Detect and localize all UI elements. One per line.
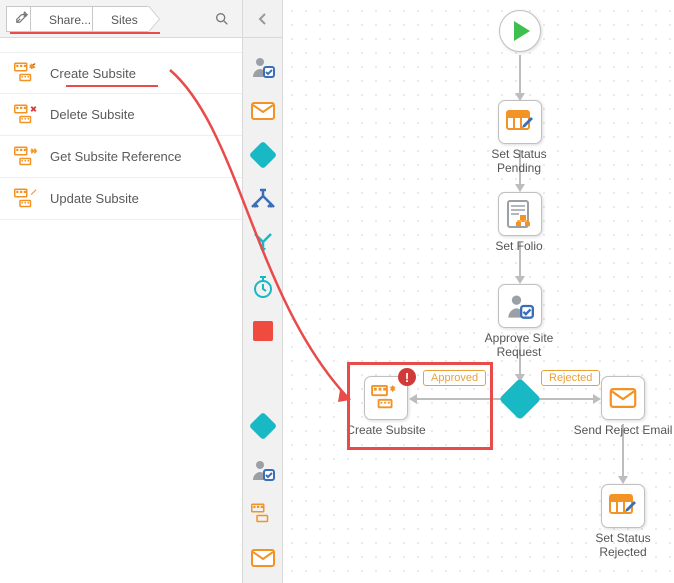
arrowhead-icon	[515, 276, 525, 284]
edge-label-rejected[interactable]: Rejected	[541, 370, 600, 386]
workflow-canvas[interactable]: Set Status Pending Set Folio Approve Sit…	[283, 0, 674, 583]
action-create-subsite[interactable]: Create Subsite	[0, 52, 242, 94]
node-set-status-rejected[interactable]: Set Status Rejected	[573, 484, 673, 560]
action-label: Delete Subsite	[50, 107, 135, 122]
get-subsite-reference-icon	[14, 146, 38, 168]
node-set-folio[interactable]: Set Folio	[469, 192, 571, 254]
user-task-icon	[506, 292, 534, 320]
tool-email-2[interactable]	[248, 543, 278, 573]
update-subsite-icon	[14, 188, 38, 210]
site-icon	[251, 503, 275, 525]
annotation-underline-item	[66, 85, 158, 87]
tool-email[interactable]	[248, 96, 278, 126]
merge-icon	[251, 232, 275, 254]
folio-icon	[506, 199, 534, 229]
tool-user-task-2[interactable]	[248, 455, 278, 485]
error-badge: !	[398, 368, 416, 386]
diamond-icon	[248, 141, 276, 169]
connector	[519, 55, 521, 95]
arrowhead-icon	[618, 476, 628, 484]
delete-subsite-icon	[14, 104, 38, 126]
action-delete-subsite[interactable]: Delete Subsite	[0, 94, 242, 136]
tool-user-task[interactable]	[248, 52, 278, 82]
table-edit-icon	[505, 109, 535, 135]
email-icon	[251, 549, 275, 567]
search-button[interactable]	[210, 7, 234, 31]
breadcrumb-item-sites[interactable]: Sites	[92, 6, 149, 32]
tool-placeholder[interactable]	[248, 316, 278, 346]
breadcrumb: Share... Sites	[0, 0, 242, 38]
action-get-subsite-reference[interactable]: Get Subsite Reference	[0, 136, 242, 178]
action-label: Update Subsite	[50, 191, 139, 206]
chevron-left-icon	[258, 12, 268, 26]
node-approve-site-request[interactable]: Approve Site Request	[469, 284, 571, 360]
tool-site[interactable]	[248, 499, 278, 529]
annotation-underline	[10, 32, 160, 34]
collapse-sidebar-button[interactable]	[243, 0, 282, 38]
tool-timer[interactable]	[248, 272, 278, 302]
create-subsite-icon	[14, 62, 38, 84]
split-icon	[251, 188, 275, 210]
node-label: Create Subsite	[341, 424, 431, 438]
diamond-icon	[248, 412, 276, 440]
action-label: Create Subsite	[50, 66, 136, 81]
action-update-subsite[interactable]: Update Subsite	[0, 178, 242, 220]
email-icon	[251, 102, 275, 120]
user-task-icon	[251, 55, 275, 79]
arrowhead-icon	[515, 184, 525, 192]
diamond-icon	[499, 378, 541, 420]
square-icon	[253, 321, 273, 341]
timer-icon	[252, 275, 274, 299]
node-create-subsite[interactable]: ! Create Subsite	[341, 376, 431, 438]
tool-decision-2[interactable]	[248, 411, 278, 441]
node-set-status-pending[interactable]: Set Status Pending	[469, 100, 571, 176]
node-label: Set Folio	[469, 240, 569, 254]
start-node[interactable]	[499, 10, 541, 52]
edge-label-approved[interactable]: Approved	[423, 370, 486, 386]
tools-icon	[15, 10, 29, 24]
tool-decision[interactable]	[248, 140, 278, 170]
node-label: Set Status Pending	[469, 148, 569, 176]
action-list: Create Subsite Delete Subsite Get Subsit…	[0, 38, 242, 220]
sidebar: Share... Sites Create Subsite	[0, 0, 243, 583]
vertical-toolbar	[243, 0, 283, 583]
play-icon	[514, 21, 530, 41]
table-edit-icon	[608, 493, 638, 519]
node-label: Set Status Rejected	[573, 532, 673, 560]
create-subsite-icon	[371, 385, 401, 411]
node-label: Approve Site Request	[469, 332, 569, 360]
node-label: Send Reject Email	[573, 424, 673, 438]
decision-node[interactable]	[505, 384, 535, 414]
tool-split[interactable]	[248, 184, 278, 214]
user-task-icon	[251, 458, 275, 482]
search-icon	[214, 11, 230, 27]
tool-merge[interactable]	[248, 228, 278, 258]
action-label: Get Subsite Reference	[50, 149, 182, 164]
email-icon	[609, 388, 637, 408]
